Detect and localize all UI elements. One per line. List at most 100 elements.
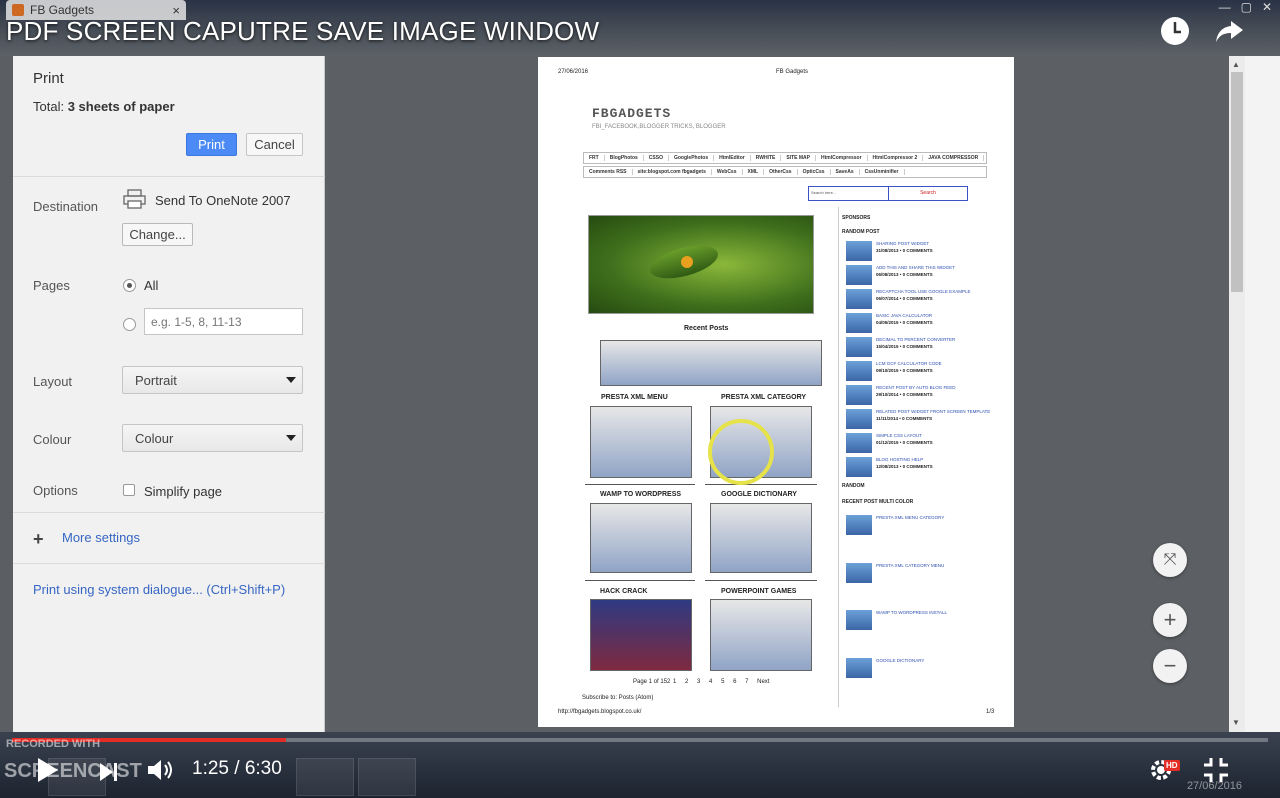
menu-item: WebCss — [712, 169, 743, 175]
pagination-links: 1 2 3 4 5 6 7 Next — [673, 679, 770, 685]
pages-custom-radio[interactable] — [123, 318, 136, 331]
system-dialogue-link[interactable]: Print using system dialogue... (Ctrl+Shi… — [33, 582, 285, 597]
post-thumbnail — [710, 599, 812, 671]
sidebar-post: RELATED POST WIDGET FRONT SCREEN TEMPLAT… — [846, 409, 990, 431]
site-search-field: Search here... — [809, 187, 889, 200]
site-menu-row-2: Comments RSS site:blogspot.com fbgadgets… — [583, 166, 987, 178]
print-button[interactable]: Print — [186, 133, 237, 156]
post-thumbnail — [846, 433, 872, 453]
sidebar-post: SHARING POST WIDGET 31/08/2013 • 0 COMMEN… — [846, 241, 966, 263]
menu-item: HtmlCompressor — [816, 155, 868, 161]
menu-item: RWHITE — [751, 155, 782, 161]
print-title: Print — [33, 70, 64, 87]
simplify-page-label: Simplify page — [144, 484, 223, 499]
pages-range-input[interactable] — [144, 308, 303, 335]
menu-item: site:blogspot.com fbgadgets — [633, 169, 712, 175]
dropdown-arrow-icon — [286, 377, 296, 383]
simplify-page-checkbox[interactable] — [123, 484, 135, 496]
browser-right-edge — [1245, 56, 1280, 732]
change-destination-button[interactable]: Change... — [122, 223, 193, 246]
taskbar-app — [358, 758, 416, 796]
post-title: PRESTA XML CATEGORY — [721, 394, 807, 401]
zoom-in-icon[interactable]: + — [1153, 603, 1187, 637]
site-search-box: Search here... Search — [808, 186, 968, 201]
video-time: 1:25 / 6:30 — [192, 758, 282, 779]
divider — [705, 484, 817, 485]
destination-name: Send To OneNote 2007 — [155, 193, 291, 208]
blogger-favicon-icon — [12, 4, 24, 16]
sidebar-post: SIMPLE CSS LAYOUT 01/12/2015 • 0 COMMENTS — [846, 433, 966, 455]
minimize-icon[interactable]: — — [1219, 0, 1231, 14]
browser-tab-title: FB Gadgets — [30, 3, 95, 17]
zoom-out-icon[interactable]: − — [1153, 649, 1187, 683]
site-search-button: Search — [920, 190, 936, 196]
preview-scrollbar[interactable]: ▲ ▼ — [1229, 56, 1245, 732]
post-thumbnail — [846, 265, 872, 285]
options-label: Options — [33, 483, 78, 498]
sponsors-heading: SPONSORS — [842, 215, 871, 221]
post-thumbnail — [846, 563, 872, 583]
colour-select[interactable]: Colour — [122, 424, 303, 452]
cursor-highlight-ring — [708, 419, 774, 485]
close-window-icon[interactable]: ✕ — [1262, 0, 1272, 14]
post-title: PRESTA XML MENU — [601, 394, 668, 401]
page-header-title: FB Gadgets — [776, 69, 809, 75]
post-thumbnail — [590, 599, 692, 671]
divider — [13, 512, 325, 513]
layout-select[interactable]: Portrait — [122, 366, 303, 394]
post-thumbnail — [846, 289, 872, 309]
colour-label: Colour — [33, 432, 72, 447]
menu-item: CSSO — [644, 155, 669, 161]
menu-item: SITE MAP — [781, 155, 816, 161]
cancel-button[interactable]: Cancel — [246, 133, 303, 156]
menu-item: OtherCss — [764, 169, 798, 175]
next-icon[interactable] — [98, 759, 120, 790]
sidebar-divider — [838, 207, 839, 707]
total-value: 3 sheets of paper — [67, 99, 175, 114]
menu-item: GooglePhotos — [669, 155, 715, 161]
page-header-date: 27/06/2016 — [558, 69, 589, 75]
taskbar-app — [296, 758, 354, 796]
sidebar-post: RECAPTCHA TOOL USE GOOGLE EXAMPLE 06/07/2… — [846, 289, 970, 311]
layout-value: Portrait — [135, 372, 177, 388]
window-controls: — ▢ ✕ — [1219, 0, 1272, 14]
orange-pea-shape — [681, 256, 693, 268]
video-title[interactable]: PDF SCREEN CAPUTRE SAVE IMAGE WINDOW — [6, 16, 599, 47]
recent-posts-slider — [600, 340, 822, 386]
random-heading: RANDOM — [842, 483, 865, 489]
post-title: POWERPOINT GAMES — [721, 588, 797, 595]
menu-item: SaveAs — [831, 169, 860, 175]
pages-label: Pages — [33, 278, 70, 293]
site-title: FBGADGETS — [592, 106, 672, 121]
divider — [585, 484, 695, 485]
volume-icon[interactable] — [146, 757, 176, 790]
clock-icon[interactable] — [1158, 15, 1192, 49]
print-settings-panel: Print Total: 3 sheets of paper Print Can… — [13, 56, 325, 732]
post-title: HACK CRACK — [600, 588, 648, 595]
watermark-recorded-with: RECORDED WITH — [6, 738, 101, 750]
share-arrow-icon[interactable] — [1212, 15, 1246, 49]
post-thumbnail — [846, 658, 872, 678]
plus-icon[interactable]: + — [33, 529, 44, 550]
scroll-down-icon[interactable]: ▼ — [1232, 718, 1240, 727]
play-icon[interactable] — [36, 756, 60, 791]
post-thumbnail — [846, 610, 872, 630]
scrollbar-thumb[interactable] — [1231, 72, 1243, 292]
more-settings-link[interactable]: More settings — [62, 530, 140, 545]
pages-all-radio[interactable] — [123, 279, 136, 292]
sidebar-post: PRESTA XML CATEGORY MENU — [846, 563, 966, 585]
post-thumbnail — [590, 406, 692, 478]
divider — [705, 580, 817, 581]
post-title: WAMP TO WORDPRESS — [600, 491, 682, 498]
menu-item: OpticCss — [798, 169, 831, 175]
sidebar-post: RECENT POST BY AUTO BLOG FEED 29/10/2014 … — [846, 385, 966, 407]
post-thumbnail — [846, 337, 872, 357]
page-footer-number: 1/3 — [986, 709, 995, 715]
maximize-icon[interactable]: ▢ — [1241, 0, 1252, 14]
scroll-up-icon[interactable]: ▲ — [1232, 60, 1240, 69]
fit-to-page-icon[interactable]: ⤧ — [1153, 543, 1187, 577]
sidebar-post: GOOGLE DICTIONARY — [846, 658, 966, 680]
sidebar-post: ADD THIS AND SHARE THIS WIDGET 06/08/2013… — [846, 265, 966, 287]
post-thumbnail — [710, 503, 812, 573]
post-thumbnail — [846, 313, 872, 333]
